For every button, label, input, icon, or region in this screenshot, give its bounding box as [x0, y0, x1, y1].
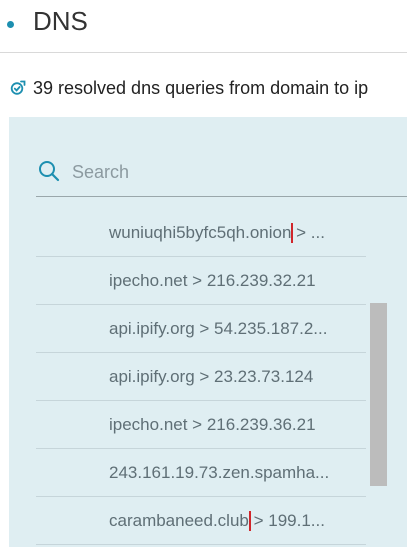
bullet-icon — [7, 21, 14, 28]
highlighted-domain: wuniuqhi5byfc5qh.onion — [109, 223, 294, 243]
summary-text: 39 resolved dns queries from domain to i… — [33, 78, 369, 98]
list-item[interactable]: carambaneed.club > 199.1... — [36, 498, 366, 545]
dns-resolve-icon — [10, 80, 26, 95]
list-item[interactable]: wuniuqhi5byfc5qh.onion > ... — [36, 210, 366, 257]
list-item[interactable]: ipecho.net > 216.239.36.21 — [36, 402, 366, 449]
list-item-text: ipecho.net > 216.239.32.21 — [109, 271, 316, 290]
list-item-text: ipecho.net > 216.239.36.21 — [109, 415, 316, 434]
list-scrollbar[interactable] — [370, 303, 387, 486]
search-icon — [39, 161, 60, 182]
search-input[interactable] — [70, 158, 394, 186]
highlighted-domain: carambaneed.club — [109, 511, 251, 531]
list-item[interactable]: ipecho.net > 216.239.32.21 — [36, 258, 366, 305]
list-item-text: api.ipify.org > 23.23.73.124 — [109, 367, 314, 386]
section-title: DNS — [33, 6, 88, 36]
resolved-ip: > ... — [291, 223, 325, 242]
list-item-text: 243.161.19.73.zen.spamha... — [109, 463, 330, 482]
dns-query-list: wuniuqhi5byfc5qh.onion > ... ipecho.net … — [36, 210, 366, 546]
dns-section-header: DNS — [0, 0, 407, 53]
list-item-text: carambaneed.club > 199.1... — [109, 511, 354, 531]
list-item[interactable]: api.ipify.org > 23.23.73.124 — [36, 354, 366, 401]
list-item-text: wuniuqhi5byfc5qh.onion > ... — [109, 223, 354, 243]
resolved-ip: > 199.1... — [248, 511, 325, 530]
list-item[interactable]: api.ipify.org > 54.235.187.2... — [36, 306, 366, 353]
search-box — [36, 150, 407, 197]
list-item[interactable]: 243.161.19.73.zen.spamha... — [36, 450, 366, 497]
list-item-text: api.ipify.org > 54.235.187.2... — [109, 319, 328, 338]
